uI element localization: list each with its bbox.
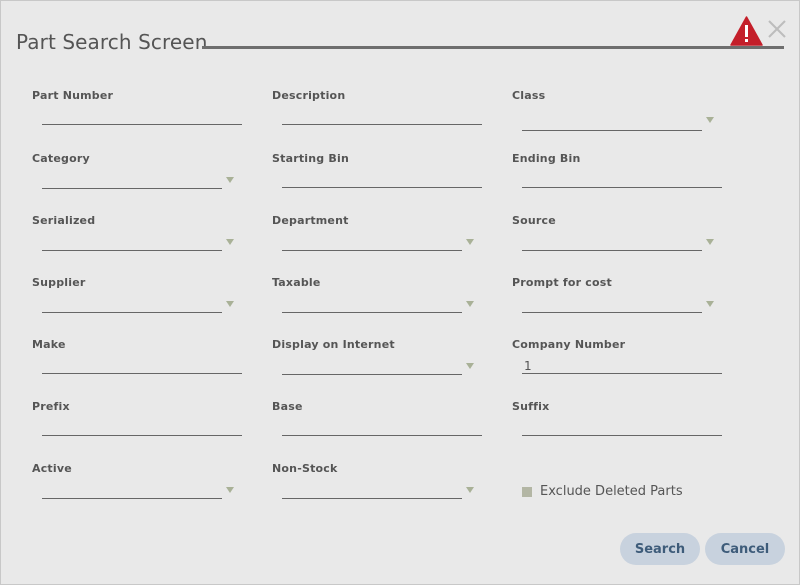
field-suffix: Suffix [512,400,727,450]
field-ending-bin: Ending Bin [512,152,727,202]
exclude-deleted-parts-label: Exclude Deleted Parts [540,484,683,499]
title-divider [202,46,784,49]
starting-bin-input[interactable] [282,172,482,188]
prefix-label: Prefix [32,400,70,413]
source-select[interactable] [522,234,702,251]
prompt-for-cost-chevron-down-icon[interactable] [706,301,714,307]
source-chevron-down-icon[interactable] [706,239,714,245]
search-button[interactable]: Search [620,533,700,565]
dialog-title: Part Search Screen [16,30,208,54]
suffix-label: Suffix [512,400,550,413]
serialized-label: Serialized [32,214,96,227]
class-chevron-down-icon[interactable] [706,117,714,123]
category-label: Category [32,152,90,165]
field-class: Class [512,89,727,139]
non-stock-label: Non-Stock [272,462,338,475]
field-starting-bin: Starting Bin [272,152,487,202]
ending-bin-label: Ending Bin [512,152,581,165]
warning-icon[interactable] [730,16,763,46]
field-category: Category [32,152,247,202]
suffix-input[interactable] [522,420,722,436]
supplier-label: Supplier [32,276,86,289]
field-serialized: Serialized [32,214,247,264]
prompt-for-cost-label: Prompt for cost [512,276,612,289]
description-input[interactable] [282,109,482,125]
field-department: Department [272,214,487,264]
field-base: Base [272,400,487,450]
non-stock-select[interactable] [282,482,462,499]
non-stock-chevron-down-icon[interactable] [466,487,474,493]
department-chevron-down-icon[interactable] [466,239,474,245]
field-company-number: Company Number [512,338,727,388]
field-make: Make [32,338,247,388]
supplier-select[interactable] [42,296,222,313]
department-select[interactable] [282,234,462,251]
exclude-deleted-parts-toggle[interactable]: Exclude Deleted Parts [522,484,683,499]
display-on-internet-select[interactable] [282,358,462,375]
field-part-number: Part Number [32,89,247,139]
class-select[interactable] [522,114,702,131]
company-number-input[interactable] [522,358,722,374]
active-label: Active [32,462,72,475]
field-taxable: Taxable [272,276,487,326]
starting-bin-label: Starting Bin [272,152,349,165]
field-prefix: Prefix [32,400,247,450]
display-on-internet-label: Display on Internet [272,338,395,351]
field-source: Source [512,214,727,264]
serialized-chevron-down-icon[interactable] [226,239,234,245]
serialized-select[interactable] [42,234,222,251]
make-label: Make [32,338,66,351]
description-label: Description [272,89,346,102]
part-number-input[interactable] [42,109,242,125]
display-on-internet-chevron-down-icon[interactable] [466,363,474,369]
taxable-chevron-down-icon[interactable] [466,301,474,307]
field-description: Description [272,89,487,139]
category-chevron-down-icon[interactable] [226,177,234,183]
base-input[interactable] [282,420,482,436]
active-select[interactable] [42,482,222,499]
part-search-dialog: Part Search Screen Part Number Descripti… [0,0,800,585]
prompt-for-cost-select[interactable] [522,296,702,313]
cancel-button[interactable]: Cancel [705,533,785,565]
field-active: Active [32,462,247,512]
taxable-label: Taxable [272,276,321,289]
field-supplier: Supplier [32,276,247,326]
class-label: Class [512,89,546,102]
supplier-chevron-down-icon[interactable] [226,301,234,307]
close-icon[interactable] [766,18,788,40]
field-display-on-internet: Display on Internet [272,338,487,388]
ending-bin-input[interactable] [522,172,722,188]
active-chevron-down-icon[interactable] [226,487,234,493]
taxable-select[interactable] [282,296,462,313]
prefix-input[interactable] [42,420,242,436]
category-select[interactable] [42,172,222,189]
exclude-deleted-parts-checkbox[interactable] [522,486,532,497]
source-label: Source [512,214,556,227]
company-number-label: Company Number [512,338,626,351]
base-label: Base [272,400,303,413]
field-non-stock: Non-Stock [272,462,487,512]
department-label: Department [272,214,349,227]
make-input[interactable] [42,358,242,374]
part-number-label: Part Number [32,89,114,102]
field-prompt-for-cost: Prompt for cost [512,276,727,326]
